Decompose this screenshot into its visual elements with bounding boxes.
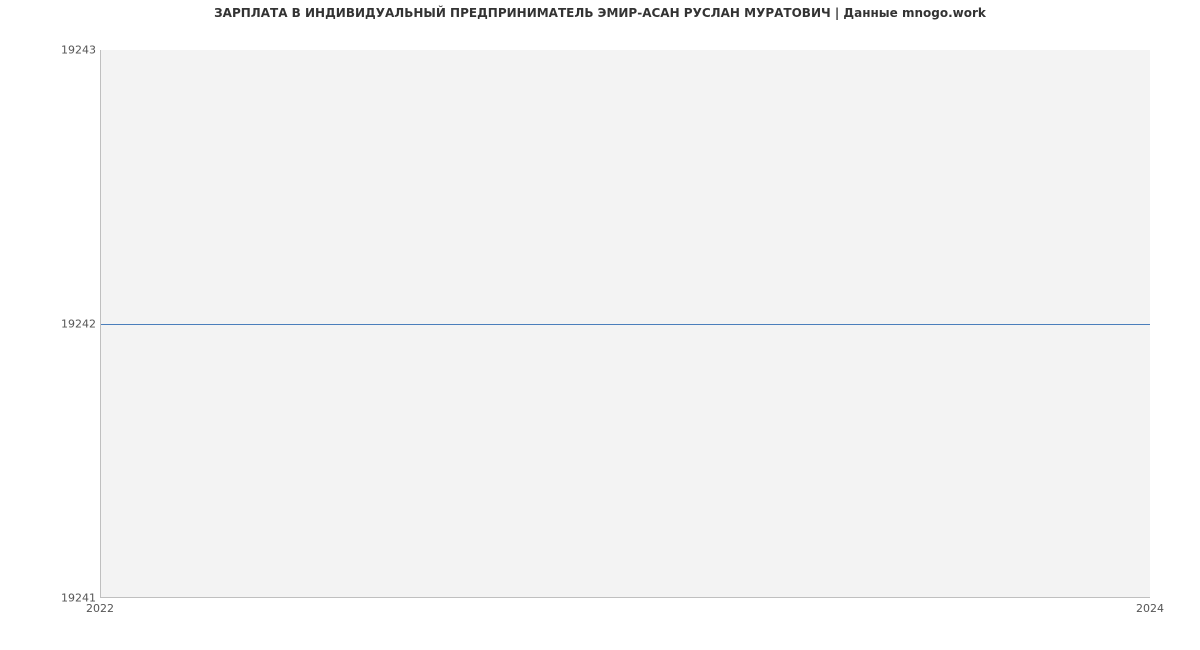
chart-container: ЗАРПЛАТА В ИНДИВИДУАЛЬНЫЙ ПРЕДПРИНИМАТЕЛ…: [0, 0, 1200, 650]
plot-area: [100, 50, 1150, 598]
x-tick-left: 2022: [86, 602, 114, 615]
y-tick-bottom: 19241: [6, 592, 96, 605]
x-tick-right: 2024: [1136, 602, 1164, 615]
chart-title: ЗАРПЛАТА В ИНДИВИДУАЛЬНЫЙ ПРЕДПРИНИМАТЕЛ…: [0, 6, 1200, 20]
series-line: [101, 324, 1150, 325]
y-tick-mid: 19242: [6, 318, 96, 331]
y-tick-top: 19243: [6, 44, 96, 57]
